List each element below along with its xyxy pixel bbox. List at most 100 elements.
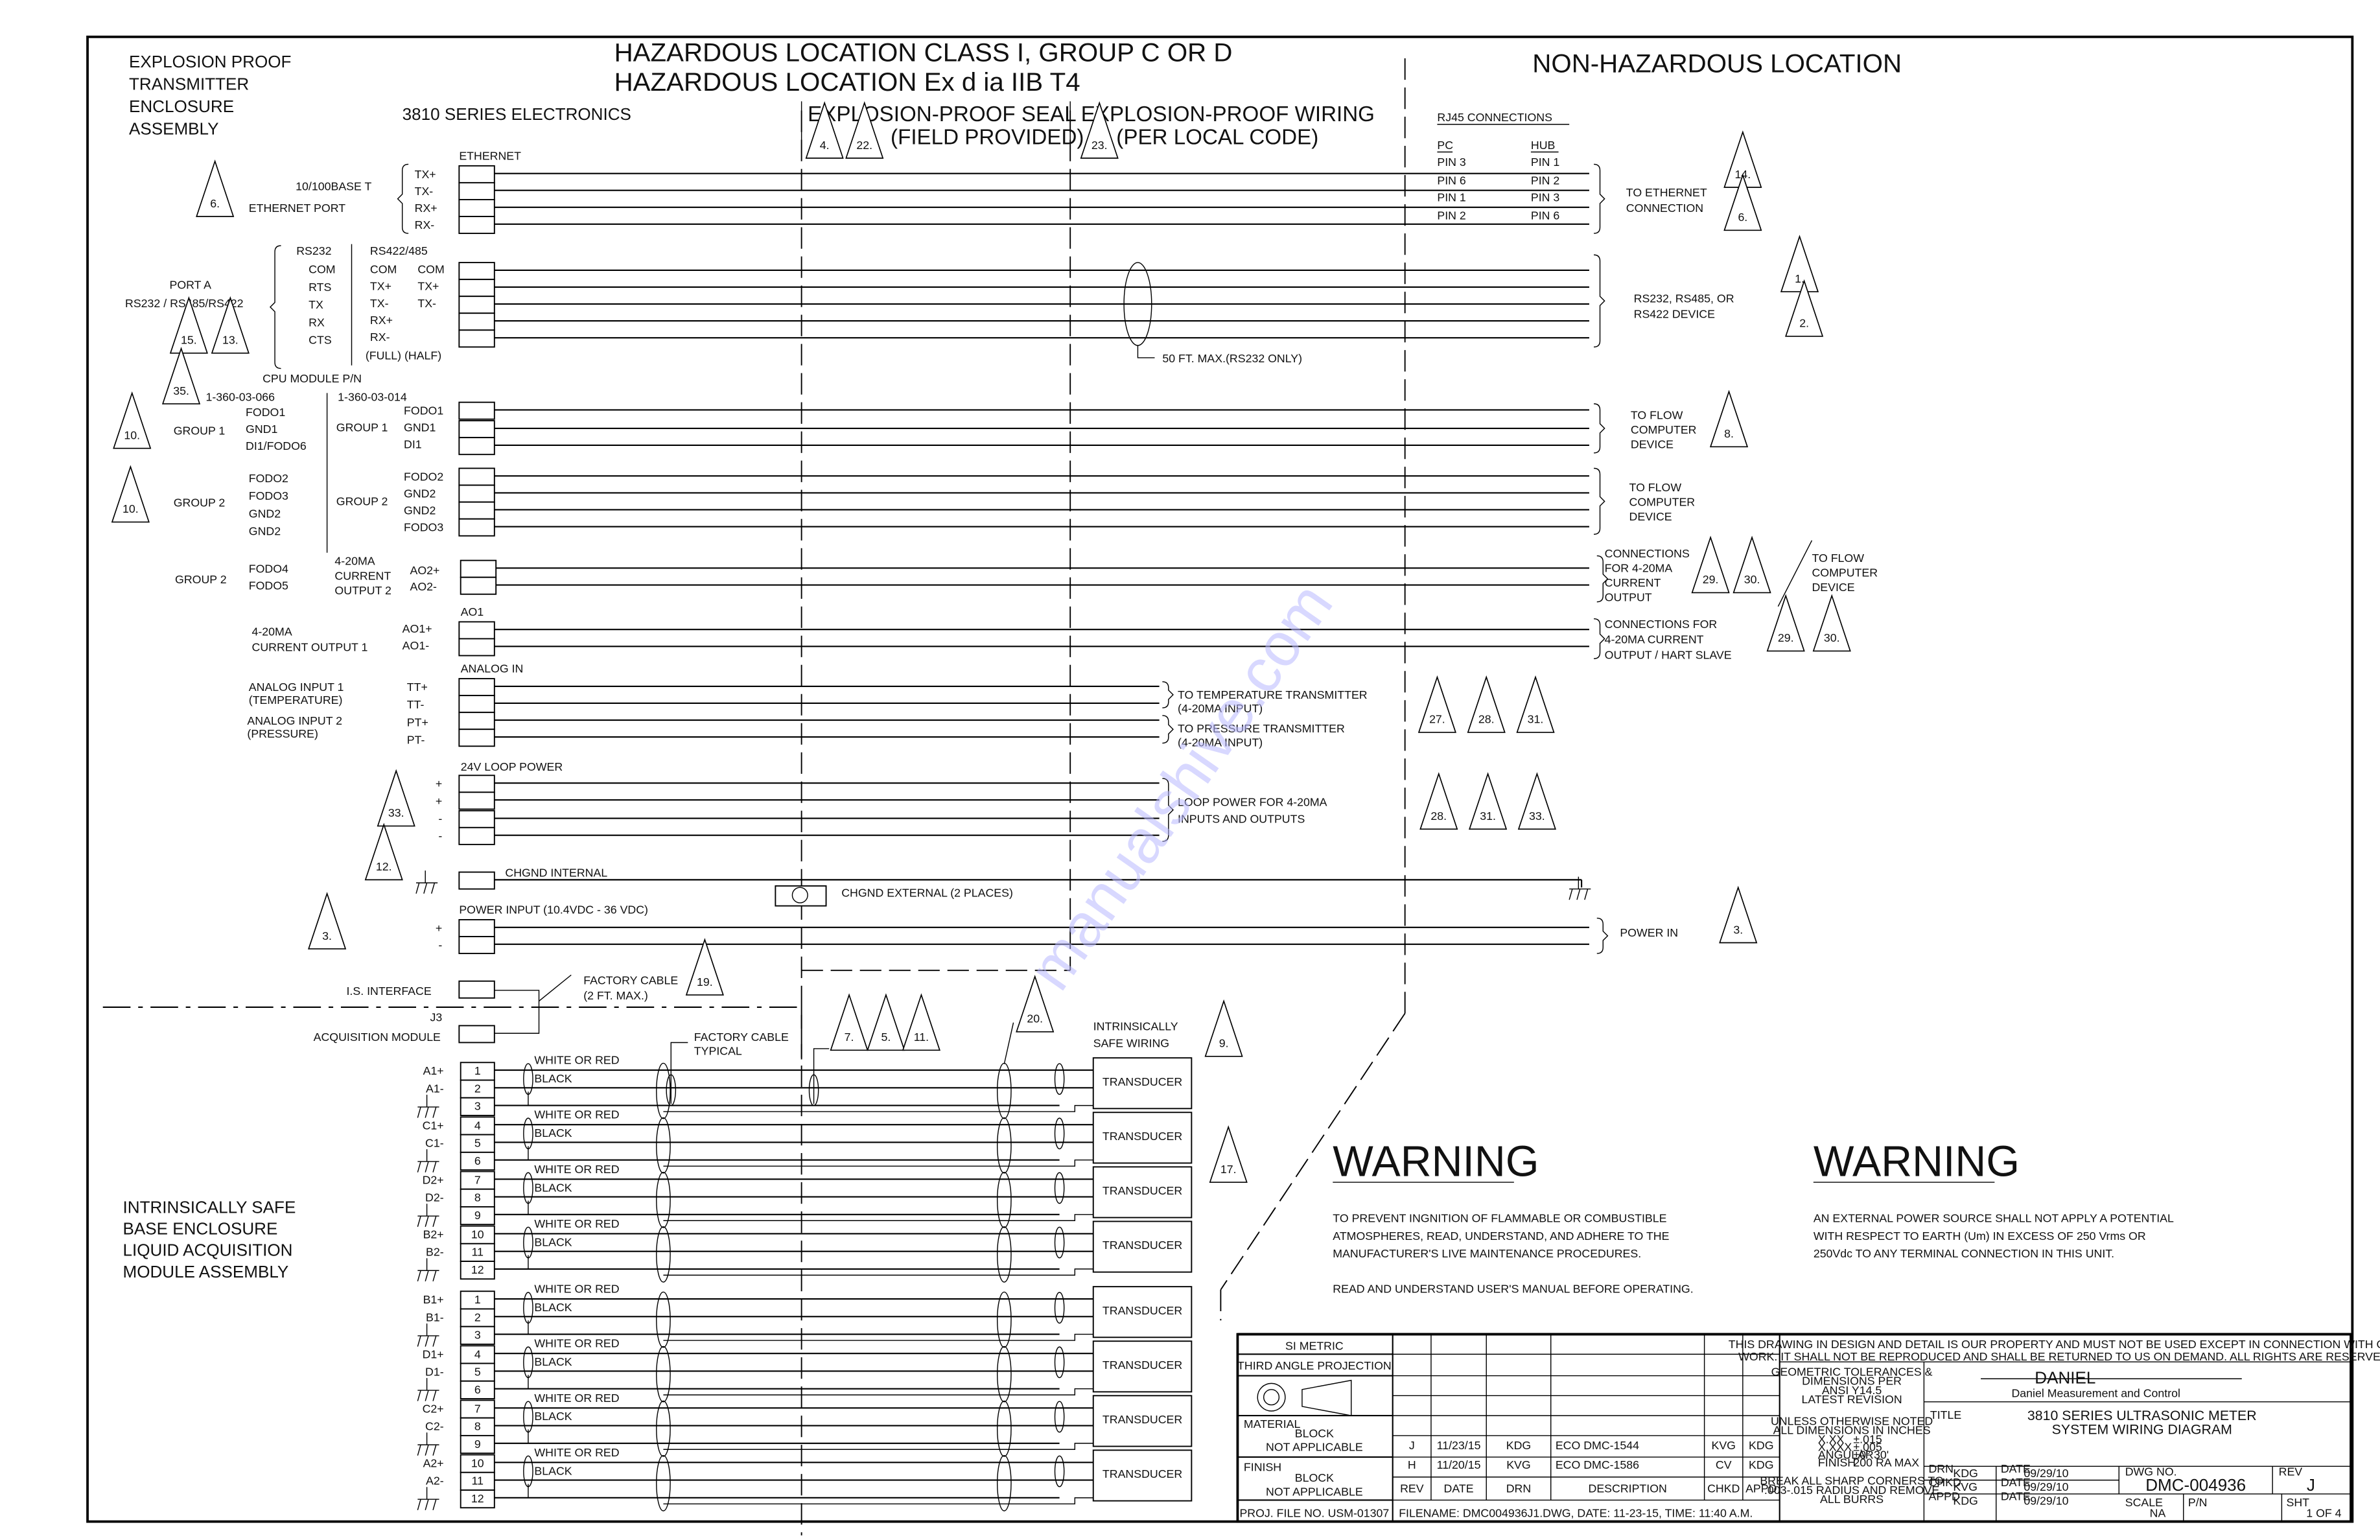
note-5-icon: 5. [867,993,905,1051]
group2-new-pin: FODO2 [404,470,443,483]
analog-terminal [458,729,495,747]
loop-terminal [458,775,495,793]
pair-twist-icon [523,1455,533,1488]
rs232-pin: CTS [309,334,332,347]
wire-color-label: BLACK [534,1464,572,1477]
wire-color-label: WHITE OR RED [534,1163,619,1176]
revision-header: DATE [1444,1482,1474,1495]
terminal-number: 11 [472,1475,484,1488]
terminal-number: 12 [471,1492,484,1505]
pair-twist-icon [1054,1292,1065,1324]
chgnd-external-label: CHGND EXTERNAL (2 PLACES) [841,886,1013,899]
group2-terminal [458,501,495,520]
rs422-full-pin: RX+ [370,314,393,327]
rs232-pin: RTS [309,281,331,294]
factory-cable-label: FACTORY CABLE [583,974,678,986]
ao2-terminal [460,576,497,595]
note-number: 35. [173,384,189,397]
ethernet-dest: TO ETHERNET [1626,186,1707,199]
terminal-number: 8 [474,1420,481,1433]
pn-label: P/N [2188,1496,2208,1509]
analog-in2-label: (PRESSURE) [247,727,318,740]
note-number: 15. [181,334,197,347]
wiring-label: EXPLOSION-PROOF WIRING [1081,102,1375,126]
cpu-module-title: CPU MODULE P/N [262,372,362,385]
is-interface-label: I.S. INTERFACE [347,985,432,998]
note-number: 7. [845,1031,854,1044]
loop-pin: - [438,812,442,825]
ethernet-terminal [458,181,495,200]
terminal-number: 5 [474,1137,481,1150]
seal-label: EXPLOSION-PROOF SEAL [808,102,1077,126]
note-33-icon: 33. [377,769,415,827]
rs232-pin: RX [309,316,325,329]
cable-jacket-icon [656,1117,671,1174]
revision-cell: CV [1716,1458,1732,1471]
ethernet-terminal [458,199,495,217]
group2-terminal [458,484,495,503]
group2b-pin: FODO5 [249,579,288,592]
group1-old-pin: GND1 [246,423,277,436]
cable-jacket-icon [656,1400,671,1457]
ao2-alt-dest: DEVICE [1812,581,1854,594]
ground-symbol-icon [417,1149,439,1172]
drain-wire [663,1388,1093,1395]
drn-label: DRN [1929,1462,1954,1475]
wire-color-label: WHITE OR RED [534,1392,619,1405]
date-value: 09/29/10 [2024,1495,2068,1508]
full-half-label: (FULL) (HALF) [366,349,441,362]
property-notice: WORK. IT SHALL NOT BE REPRODUCED AND SHA… [1738,1350,2380,1363]
analog-in2-label: ANALOG INPUT 2 [247,714,342,727]
ao1-pin: AO1- [402,639,430,652]
filename-label: FILENAME: DMC004936J1.DWG, DATE: 11-23-1… [1399,1506,1753,1519]
channel-label: C2- [425,1420,444,1433]
drain-wire [663,1214,1093,1221]
wiring-sub: (PER LOCAL CODE) [1116,126,1318,150]
is-base-title: BASE ENCLOSURE [123,1219,278,1239]
analog-in1-label: ANALOG INPUT 1 [249,681,344,694]
hub-pin: PIN 3 [1531,191,1560,204]
sheet-value: 1 OF 4 [2306,1506,2341,1519]
group2b-label: GROUP 2 [175,573,227,586]
group2-terminal [458,467,495,486]
scale-value: NA [2150,1506,2166,1519]
brace-icon [1594,618,1605,659]
ethernet-terminal [458,165,495,183]
ao1-dest: OUTPUT / HART SLAVE [1605,648,1732,661]
note-10-icon: 10. [111,465,150,523]
note-number: 29. [1778,631,1794,644]
wire-color-label: BLACK [534,1301,572,1314]
note-number: 4. [820,139,830,152]
revision-cell: ECO DMC-1586 [1556,1458,1639,1471]
acq-module-label: ACQUISITION MODULE [314,1031,441,1044]
terminal-number: 2 [474,1311,481,1324]
acq-terminal [458,1025,495,1044]
note-27-icon: 27. [1418,675,1456,733]
hub-pin: PIN 1 [1531,156,1559,169]
pair-twist-icon [523,1172,533,1204]
chgnd-internal-label: CHGND INTERNAL [505,867,607,880]
tol-value: 200 RA MAX [1853,1456,1919,1469]
drain-wire [663,1497,1093,1505]
note-number: 3. [322,929,332,942]
pc-pin: PIN 6 [1437,174,1466,187]
terminal-number: 7 [474,1402,481,1415]
note-number: 8. [1724,427,1734,440]
group1-terminal [458,401,495,420]
revision-cell: 11/23/15 [1437,1439,1481,1452]
power-header: POWER INPUT (10.4VDC - 36 VDC) [459,903,648,916]
rs232-pin: TX [309,298,323,311]
units-note: ALL DIMENSIONS IN INCHES [1773,1424,1931,1437]
wire-color-label: BLACK [534,1126,572,1139]
enclosure-title: ASSEMBLY [129,119,219,138]
revision-cell: KVG [1506,1458,1531,1471]
rs232-pin: COM [309,263,335,276]
wire-color-label: BLACK [534,1355,572,1368]
ground-symbol-icon [417,1323,439,1347]
rs422-full-pin: RX- [370,331,390,344]
revision-header: REV [1400,1482,1424,1495]
finish-value: BLOCK [1295,1471,1334,1484]
loop-terminal [458,810,495,828]
cable-jacket-icon [656,1062,671,1119]
rs422-full-pin: TX- [370,297,389,310]
